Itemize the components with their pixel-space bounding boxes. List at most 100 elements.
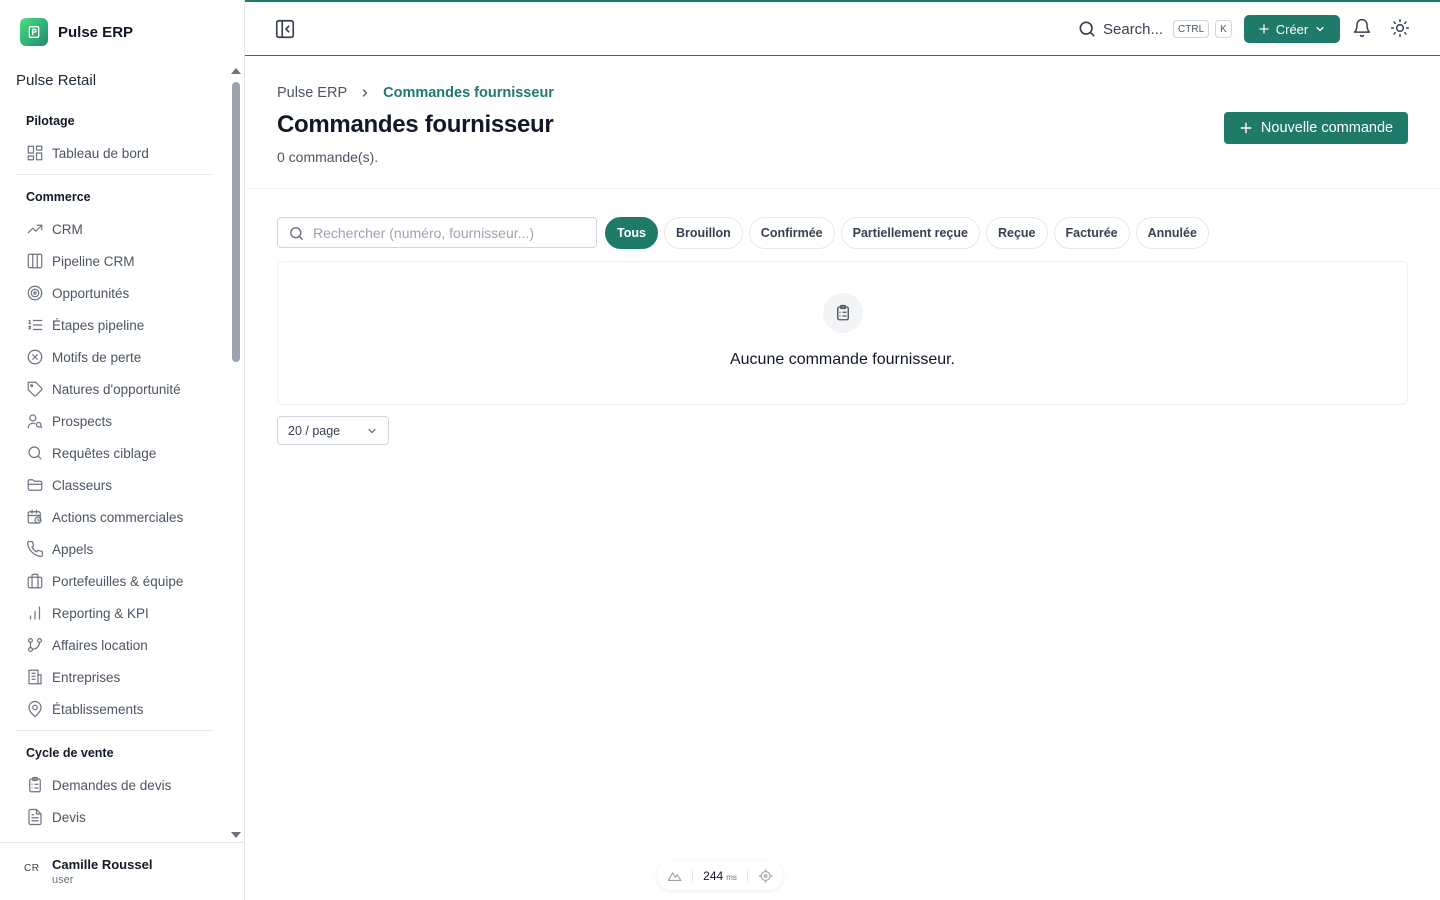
nav-section-title: Commerce: [26, 190, 91, 204]
new-order-label: Nouvelle commande: [1260, 120, 1394, 136]
status-chip-tous[interactable]: Tous: [605, 217, 658, 249]
sidebar-item-affaires-location[interactable]: Affaires location: [16, 629, 213, 661]
clipboard-list-icon: [29, 776, 41, 793]
sidebar-item-label: Établissements: [52, 701, 144, 717]
perf-divider: [692, 869, 694, 882]
sidebar: Pulse ERP Pulse Retail Pilotage Tableau d…: [0, 0, 245, 900]
status-chip-facturee[interactable]: Facturée: [1053, 217, 1130, 249]
perf-unit: ms: [726, 872, 737, 882]
status-chip-brouillon[interactable]: Brouillon: [663, 217, 743, 249]
search-icon: [28, 446, 42, 460]
user-role: user: [52, 874, 74, 886]
sidebar-toggle-icon[interactable]: [274, 18, 296, 40]
file-text-icon: [28, 808, 42, 826]
sidebar-item-pipeline-crm[interactable]: Pipeline CRM: [16, 245, 213, 277]
bar-chart-icon: [29, 606, 41, 620]
sidebar-item-label: Prospects: [52, 413, 113, 429]
page-size-select[interactable]: 20 / page: [277, 416, 389, 445]
tag-icon: [27, 381, 43, 397]
sidebar-item-natures-d-opportunite[interactable]: Natures d'opportunité: [16, 373, 213, 405]
sidebar-item-actions-commerciales[interactable]: Actions commerciales: [16, 501, 213, 533]
new-order-button[interactable]: Nouvelle commande: [1224, 112, 1408, 144]
sidebar-item-crm[interactable]: CRM: [16, 213, 213, 245]
bell-icon[interactable]: [1352, 18, 1372, 38]
mountain-logo-icon: [667, 871, 682, 881]
sidebar-item-label: Étapes pipeline: [52, 317, 145, 333]
sidebar-item-prospects[interactable]: Prospects: [16, 405, 213, 437]
brand-name: Pulse ERP: [58, 23, 134, 41]
sidebar-item-demandes-de-devis[interactable]: Demandes de devis: [16, 769, 213, 801]
map-pin-icon: [28, 700, 42, 718]
status-chip-recue[interactable]: Reçue: [985, 217, 1048, 249]
breadcrumb-root[interactable]: Pulse ERP: [277, 85, 347, 101]
plus-icon: [1240, 122, 1252, 134]
sidebar-item-opportunites[interactable]: Opportunités: [16, 277, 213, 309]
status-filter-chips: Tous Brouillon Confirmée Partiellement reçu…: [605, 217, 1209, 249]
order-search-field[interactable]: [277, 217, 597, 248]
sidebar-item-label: Tableau de bord: [52, 145, 149, 161]
scroll-thumb[interactable]: [232, 82, 240, 362]
target-icon: [27, 285, 43, 301]
sidebar-item-label: Motifs de perte: [52, 349, 142, 365]
sidebar-item-label: Reporting & KPI: [52, 605, 149, 621]
org-name[interactable]: Pulse Retail: [16, 72, 96, 89]
building-icon: [28, 669, 42, 685]
create-button[interactable]: Créer: [1244, 15, 1340, 43]
sidebar-item-label: Appels: [52, 541, 94, 557]
sidebar-item-appels[interactable]: Appels: [16, 533, 213, 565]
nav-section-title: Pilotage: [26, 114, 75, 128]
global-search-button[interactable]: Search... CTRL K: [1077, 17, 1232, 41]
x-circle-icon: [27, 349, 43, 365]
perf-indicator[interactable]: 244 ms: [657, 861, 783, 890]
sidebar-item-reporting-kpi[interactable]: Reporting & KPI: [16, 597, 213, 629]
folder-icon: [27, 479, 43, 491]
nav-section-title: Cycle de vente: [26, 746, 114, 760]
status-chip-partiellement-recue[interactable]: Partiellement reçue: [840, 217, 980, 249]
brand[interactable]: Pulse ERP: [20, 18, 133, 46]
topbar: Search... CTRL K Créer: [245, 2, 1440, 56]
sidebar-item-label: Natures d'opportunité: [52, 381, 181, 397]
sidebar-item-etapes-pipeline[interactable]: Étapes pipeline: [16, 309, 213, 341]
sidebar-item-label: Pipeline CRM: [52, 253, 135, 269]
sidebar-item-label: Affaires location: [52, 637, 148, 653]
nav-divider: [16, 730, 213, 731]
chevron-right-icon: [363, 89, 368, 97]
sidebar-item-devis[interactable]: Devis: [16, 801, 213, 833]
status-chip-confirmee[interactable]: Confirmée: [748, 217, 835, 249]
phone-icon: [26, 540, 44, 558]
sidebar-item-label: Classeurs: [52, 477, 113, 493]
scroll-down-arrow-icon[interactable]: [231, 832, 241, 838]
sidebar-item-etablissements[interactable]: Établissements: [16, 693, 213, 725]
order-search-input[interactable]: [278, 218, 596, 247]
sidebar-item-entreprises[interactable]: Entreprises: [16, 661, 213, 693]
user-name: Camille Roussel: [52, 857, 153, 872]
theme-toggle-sun-icon[interactable]: [1390, 18, 1410, 38]
user-menu[interactable]: CR Camille Roussel user: [0, 842, 244, 900]
chevron-down-icon: [1316, 26, 1324, 32]
user-search-icon: [27, 414, 43, 429]
sidebar-item-label: Entreprises: [52, 669, 121, 685]
sidebar-item-requetes-ciblage[interactable]: Requêtes ciblage: [16, 437, 213, 469]
create-label: Créer: [1275, 21, 1309, 37]
sidebar-scrollbar[interactable]: [230, 66, 242, 840]
list-ordered-icon: [28, 319, 43, 331]
sidebar-item-label: Portefeuilles & équipe: [52, 573, 184, 589]
sidebar-item-portefeuilles-equipe[interactable]: Portefeuilles & équipe: [16, 565, 213, 597]
search-icon: [1079, 21, 1095, 37]
nav-divider: [16, 174, 213, 175]
sidebar-item-label: Actions commerciales: [52, 509, 184, 525]
crosshair-icon[interactable]: [758, 868, 773, 884]
status-chip-annulee[interactable]: Annulée: [1135, 217, 1209, 249]
search-label: Search...: [1103, 20, 1164, 38]
sidebar-item-motifs-de-perte[interactable]: Motifs de perte: [16, 341, 213, 373]
sidebar-item-label: Requêtes ciblage: [52, 445, 157, 461]
perf-value: 244 ms: [703, 869, 737, 883]
columns-icon: [27, 253, 43, 269]
sidebar-item-tableau-de-bord[interactable]: Tableau de bord: [16, 137, 213, 169]
scroll-up-arrow-icon[interactable]: [231, 68, 241, 74]
trend-icon: [27, 224, 43, 234]
page-size-value: 20 / page: [288, 423, 341, 438]
sidebar-item-classeurs[interactable]: Classeurs: [16, 469, 213, 501]
avatar: CR: [24, 863, 40, 874]
sidebar-item-label: CRM: [52, 221, 83, 237]
